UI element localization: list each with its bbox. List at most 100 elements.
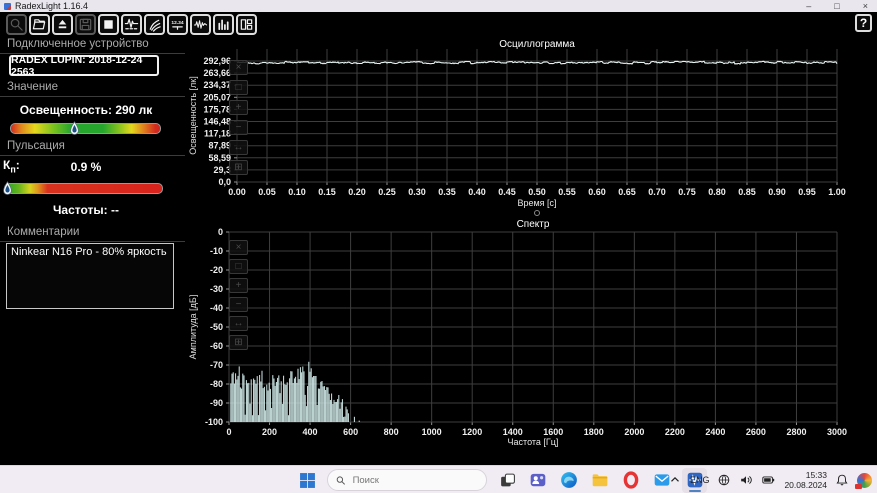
chart-zoom-reset-button[interactable]: × — [229, 60, 248, 75]
app-icon — [4, 2, 11, 10]
svg-text:0,0: 0,0 — [218, 177, 231, 187]
notifications-bell-icon[interactable] — [835, 473, 849, 487]
svg-text:-80: -80 — [210, 379, 223, 389]
pulsation-mode-button[interactable] — [144, 14, 165, 35]
minimize-button[interactable]: – — [806, 1, 811, 11]
opera-button[interactable] — [620, 469, 642, 491]
svg-text:3000: 3000 — [827, 427, 847, 437]
svg-text:292,96: 292,96 — [203, 56, 231, 66]
svg-text:0.00: 0.00 — [228, 187, 246, 197]
file-explorer-button[interactable] — [589, 469, 611, 491]
svg-text:0.50: 0.50 — [528, 187, 546, 197]
oscillogram-mode-button[interactable] — [121, 14, 142, 35]
svg-text:0.35: 0.35 — [438, 187, 456, 197]
chart-box-zoom-button[interactable]: □ — [229, 80, 248, 95]
spectrum-bars-icon — [218, 19, 229, 31]
svg-text:-40: -40 — [210, 303, 223, 313]
svg-text:0.25: 0.25 — [378, 187, 396, 197]
svg-text:205,07: 205,07 — [203, 92, 231, 102]
system-tray: ENG 15:33 20.08.2024 — [668, 466, 872, 493]
task-view-icon — [500, 473, 515, 486]
chart-pan-button[interactable]: ↔ — [229, 316, 248, 331]
taskbar-clock[interactable]: 15:33 20.08.2024 — [784, 470, 827, 490]
chart-box-zoom-button[interactable]: □ — [229, 259, 248, 274]
close-button[interactable]: × — [863, 1, 868, 11]
oscillogram-grid — [234, 49, 838, 185]
spectrum-chart: 0 200 400 600 800 1000 1200 1400 1600 1800 2000 220… — [188, 219, 847, 447]
tray-overflow-chevron-icon[interactable] — [668, 473, 682, 487]
comments-section-header: Комментарии — [0, 226, 185, 242]
chart-zoom-in-button[interactable]: + — [229, 278, 248, 293]
oscillogram-title: Осциллограмма — [499, 39, 575, 50]
magnifier-icon — [10, 18, 23, 31]
search-input[interactable] — [350, 473, 478, 487]
svg-text:2400: 2400 — [705, 427, 725, 437]
language-indicator[interactable]: ENG — [690, 475, 710, 485]
oscillogram-view-button[interactable] — [190, 14, 211, 35]
chart-fit-button[interactable]: ⊞ — [229, 160, 248, 175]
svg-text:2800: 2800 — [786, 427, 806, 437]
svg-text:0.15: 0.15 — [318, 187, 336, 197]
svg-text:0.45: 0.45 — [498, 187, 516, 197]
help-button[interactable]: ? — [855, 14, 872, 32]
window-titlebar: RadexLight 1.16.4 – □ × — [0, 0, 877, 12]
taskbar-search[interactable] — [327, 469, 487, 491]
file-explorer-icon — [592, 474, 608, 487]
open-file-button[interactable] — [29, 14, 50, 35]
chart-zoom-out-button[interactable]: − — [229, 297, 248, 312]
volume-icon[interactable] — [739, 473, 753, 487]
svg-text:-90: -90 — [210, 398, 223, 408]
toolbar: 12.34 — [6, 14, 257, 35]
stop-square-icon — [104, 20, 113, 29]
numeric-display-button[interactable]: 12.34 — [167, 14, 188, 35]
taskbar: ENG 15:33 20.08.2024 — [0, 465, 877, 493]
layout-button[interactable] — [236, 14, 257, 35]
save-button[interactable] — [75, 14, 96, 35]
chart-zoom-reset-button[interactable]: × — [229, 240, 248, 255]
svg-text:0.05: 0.05 — [258, 187, 276, 197]
teams-button[interactable] — [527, 469, 549, 491]
chart-pan-button[interactable]: ↔ — [229, 140, 248, 155]
chart-fit-button[interactable]: ⊞ — [229, 335, 248, 350]
svg-text:234,37: 234,37 — [203, 80, 231, 90]
zoom-tool-button[interactable] — [6, 14, 27, 35]
spectrum-view-button[interactable] — [213, 14, 234, 35]
waveform-dashed-icon — [124, 18, 139, 30]
pulsation-section-header: Пульсация — [0, 140, 185, 156]
window-title: RadexLight 1.16.4 — [15, 1, 89, 11]
svg-text:117,18: 117,18 — [204, 129, 231, 139]
maximize-button[interactable]: □ — [834, 1, 839, 11]
opera-icon — [623, 471, 639, 489]
oscillogram-ylabel: Освещенность [лк] — [188, 76, 198, 154]
device-button[interactable]: RADEX LUPIN: 2018-12-24 2563 — [9, 54, 159, 78]
svg-text:12.34: 12.34 — [171, 20, 183, 26]
svg-text:-10: -10 — [210, 246, 223, 256]
network-globe-icon[interactable] — [717, 473, 731, 487]
spectrum-bars-series — [230, 361, 360, 422]
svg-text:0.85: 0.85 — [738, 187, 756, 197]
svg-text:0.65: 0.65 — [618, 187, 636, 197]
widgets-button[interactable] — [855, 472, 872, 489]
device-section-header: Подключенное устройство — [0, 38, 185, 54]
eject-device-button[interactable] — [52, 14, 73, 35]
svg-text:1600: 1600 — [543, 427, 563, 437]
battery-icon[interactable] — [761, 473, 776, 487]
spectrum-xlabel: Частота [Гц] — [508, 437, 559, 447]
screen: RadexLight 1.16.4 – □ × 12.34 ? Подключе… — [0, 0, 877, 493]
svg-text:175,78: 175,78 — [203, 104, 231, 114]
edge-button[interactable] — [558, 469, 580, 491]
comment-input[interactable]: Ninkear N16 Pro - 80% яркость — [6, 243, 174, 309]
stop-measure-button[interactable] — [98, 14, 119, 35]
svg-text:87,89: 87,89 — [208, 141, 231, 151]
task-view-button[interactable] — [496, 469, 518, 491]
svg-text:1400: 1400 — [503, 427, 523, 437]
svg-text:0.55: 0.55 — [558, 187, 576, 197]
chart-zoom-out-button[interactable]: − — [229, 120, 248, 135]
svg-text:200: 200 — [262, 427, 277, 437]
illuminance-value: Освещенность: 290 лк — [19, 103, 153, 117]
spectrum-title: Спектр — [517, 219, 550, 230]
svg-text:400: 400 — [303, 427, 318, 437]
svg-text:2600: 2600 — [746, 427, 766, 437]
chart-zoom-in-button[interactable]: + — [229, 100, 248, 115]
start-button[interactable] — [296, 469, 318, 491]
